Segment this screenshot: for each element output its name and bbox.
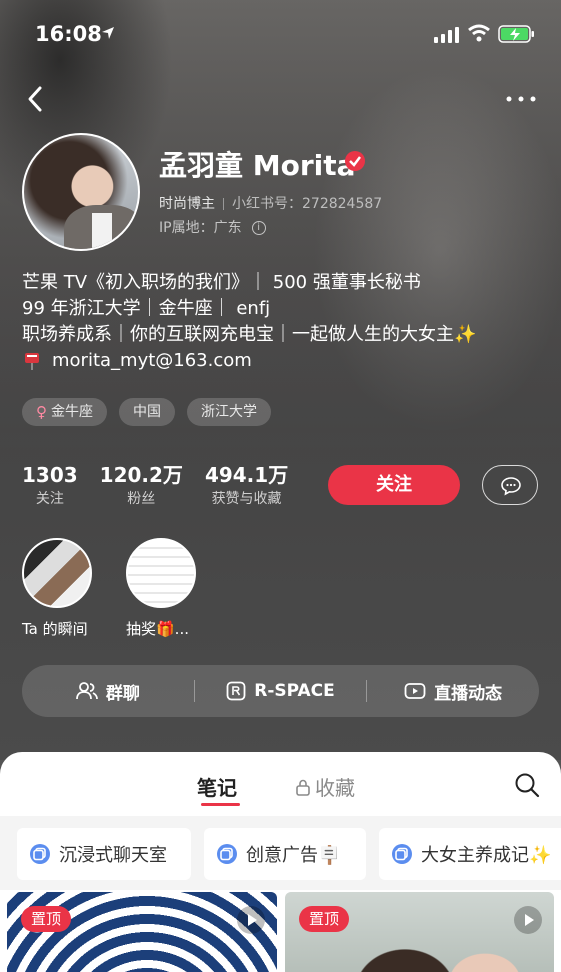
tag-zodiac[interactable]: ♀ 金牛座 [22,398,107,426]
tab-notes[interactable]: 笔记 [197,772,237,801]
bio-line: 职场养成系｜你的互联网充电宝｜一起做人生的大女主✨ [22,324,477,345]
bio-line: 芒果 TV《初入职场的我们》｜ 500 强董事长秘书 [22,272,421,293]
collection-label: 沉浸式聊天室 [59,845,167,866]
search-icon[interactable] [514,772,540,798]
pinned-badge: 置顶 [299,906,350,932]
location-arrow-icon [102,27,114,39]
chat-bubble-icon [501,477,521,496]
profile-role: 时尚博主 [159,196,215,212]
moment-caption: Ta 的瞬间 [22,620,88,638]
battery-charging-icon [498,25,534,43]
tab-favorites[interactable]: 收藏 [295,772,355,801]
tab-label: 收藏 [315,776,355,800]
collection-label: 大女主养成记✨ [421,845,552,866]
collection-icon [392,844,412,864]
tag-label: 中国 [133,404,161,420]
collection-chip[interactable]: 创意广告🪧 [204,828,366,880]
stat-value: 1303 [22,463,78,487]
stat-value: 494.1万 [204,463,289,487]
signal-icon [434,27,459,43]
status-bar: 16:08 [0,0,561,70]
profile-bio: 芒果 TV《初入职场的我们》｜ 500 强董事长秘书 99 年浙江大学｜金牛座｜… [22,270,476,374]
group-chat-button[interactable]: 群聊 [22,665,194,717]
collections-row: 沉浸式聊天室 创意广告🪧 大女主养成记✨ [0,816,561,890]
lock-icon [296,779,310,796]
profile-stats: 1303 关注 120.2万粉丝 494.1万获赞与收藏 [22,462,310,510]
moment-item[interactable]: Ta 的瞬间 [22,538,122,639]
info-icon[interactable]: i [251,221,266,235]
video-play-icon [237,906,265,934]
stat-label: 关注 [35,491,64,507]
profile-meta: 时尚博主 小红书号：272824587 [159,193,382,213]
r-space-button[interactable]: R-SPACE [195,665,367,717]
profile-tags: ♀ 金牛座 中国 浙江大学 [22,398,271,426]
stat-likes[interactable]: 494.1万获赞与收藏 [205,462,288,510]
tag-school[interactable]: 浙江大学 [187,398,271,426]
note-card[interactable]: 置顶 [7,892,277,972]
stat-value: 120.2万 [99,463,183,487]
action-label: R-SPACE [254,681,335,701]
pinned-badge: 置顶 [21,906,72,932]
stat-label: 获赞与收藏 [211,491,282,507]
stat-followers[interactable]: 120.2万粉丝 [100,462,183,510]
avatar[interactable] [22,133,140,251]
tag-country[interactable]: 中国 [119,398,175,426]
follow-button[interactable]: 关注 [328,465,460,505]
verified-badge-icon [345,151,365,171]
female-icon: ♀ [36,403,47,421]
live-video-icon [404,683,426,699]
moment-caption: 抽奖🎁... [126,620,189,638]
note-card[interactable]: 置顶 [285,892,554,972]
stat-label: 粉丝 [127,491,156,507]
chat-button[interactable] [482,465,538,505]
collection-icon [30,844,50,864]
tag-label: 金牛座 [51,404,93,420]
action-bar: 群聊 R-SPACE 直播动态 [22,665,539,717]
bio-email: morita_myt@163.com [52,350,252,371]
tag-label: 浙江大学 [201,404,257,420]
video-play-icon [514,906,542,934]
more-dots-icon[interactable] [505,92,537,106]
back-chevron-icon[interactable] [22,82,52,116]
mailbox-icon [25,353,39,370]
live-button[interactable]: 直播动态 [367,665,539,717]
active-tab-indicator [201,803,240,806]
moment-thumbnail [126,538,196,608]
action-label: 群聊 [105,683,140,704]
ip-location-text: IP属地：广东 [159,220,242,236]
collection-chip[interactable]: 大女主养成记✨ [379,828,561,880]
red-id: 小红书号：272824587 [232,196,383,212]
collection-label: 创意广告🪧 [246,845,341,866]
profile-name: 孟羽童 Morita [159,149,356,182]
group-icon [75,682,98,700]
status-time: 16:08 [35,22,102,46]
profile-cover-background [0,0,561,760]
content-panel: 笔记 收藏 沉浸式聊天室 创意广告🪧 大女主养成记✨ 置顶 置顶 [0,752,561,972]
ip-location: IP属地：广东 i [159,217,266,237]
stat-following[interactable]: 1303 关注 [22,462,78,510]
moment-thumbnail [22,538,92,608]
bio-email-line: morita_myt@163.com [22,348,476,374]
r-space-icon [226,681,246,701]
moment-item[interactable]: 抽奖🎁... [126,538,226,639]
collection-chip[interactable]: 沉浸式聊天室 [17,828,191,880]
action-label: 直播动态 [434,683,503,704]
bio-line: 99 年浙江大学｜金牛座｜ enfj [22,298,271,319]
wifi-icon [468,24,490,42]
collection-icon [217,844,237,864]
